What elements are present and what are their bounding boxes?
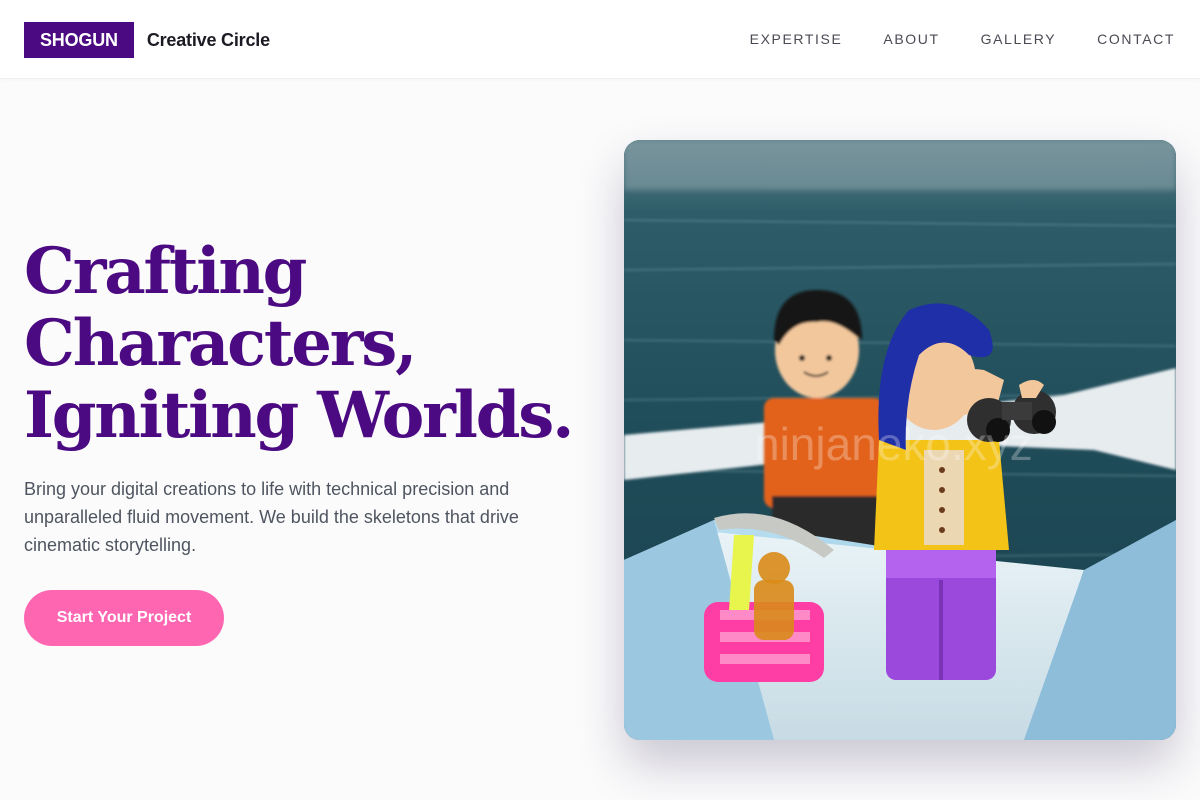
nav-item-about[interactable]: ABOUT (883, 31, 939, 47)
logo-badge[interactable]: SHOGUN (24, 22, 134, 58)
hero-title-line: Igniting Worlds. (24, 378, 574, 453)
nav-item-expertise[interactable]: EXPERTISE (750, 31, 843, 47)
hero-title-line: Crafting (24, 234, 307, 309)
brand-logo[interactable]: SHOGUN Creative Circle (24, 22, 270, 58)
site-header: SHOGUN Creative Circle EXPERTISE ABOUT G… (0, 0, 1200, 79)
hero-title-line: Characters, (24, 306, 417, 381)
start-project-button[interactable]: Start Your Project (24, 590, 224, 646)
image-watermark: ninjaneko.xyz (754, 418, 1033, 470)
hero-description: Bring your digital creations to life wit… (24, 479, 519, 555)
main-nav: EXPERTISE ABOUT GALLERY CONTACT (750, 31, 1175, 47)
nav-item-gallery[interactable]: GALLERY (981, 31, 1057, 47)
hero-image: ninjaneko.xyz (624, 140, 1176, 740)
nav-item-contact[interactable]: CONTACT (1097, 31, 1175, 47)
brand-name[interactable]: Creative Circle (147, 30, 270, 51)
hero-title: Crafting Characters, Igniting Worlds. (24, 236, 614, 452)
lego-minifigures-photo: ninjaneko.xyz (624, 140, 1176, 740)
